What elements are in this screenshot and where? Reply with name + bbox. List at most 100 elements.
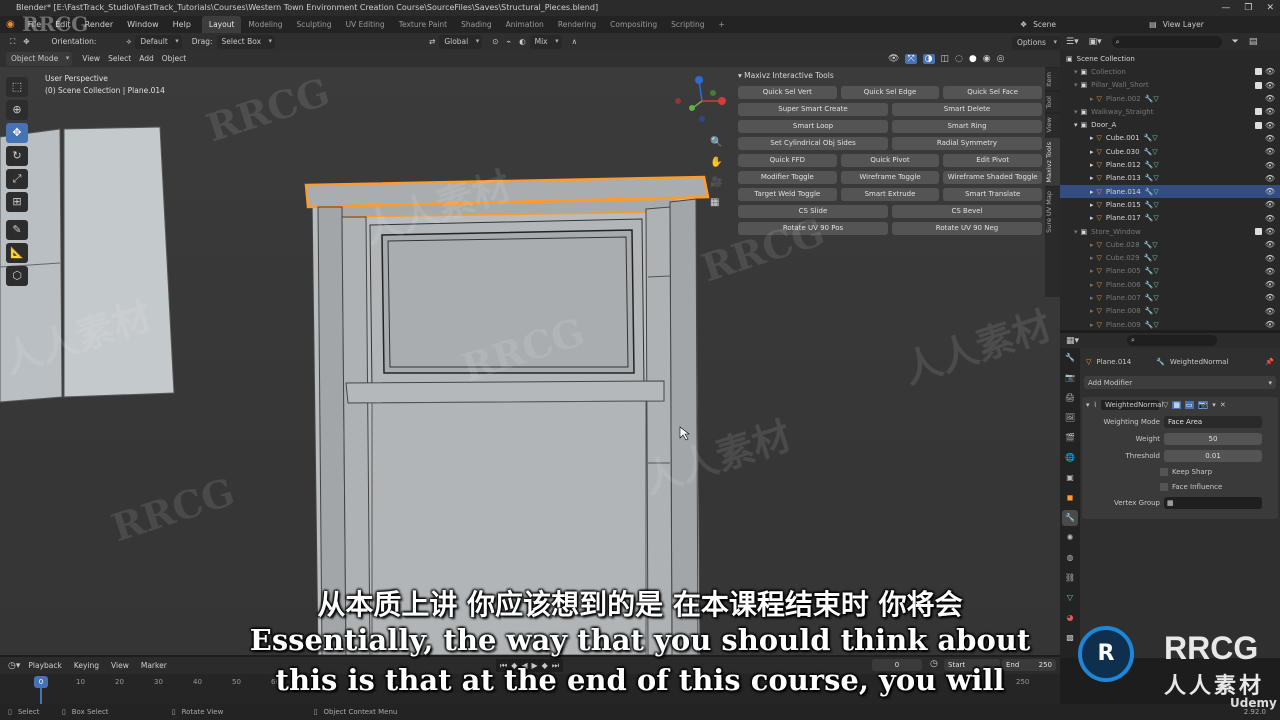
- tab-texture-paint[interactable]: Texture Paint: [392, 16, 454, 33]
- super-smart-create-button[interactable]: Super Smart Create: [738, 103, 888, 116]
- remove-modifier-icon[interactable]: ✕: [1220, 401, 1226, 409]
- world-props-icon[interactable]: 🌐: [1062, 450, 1078, 466]
- smart-extrude-button[interactable]: Smart Extrude: [840, 188, 940, 201]
- outliner-display-mode-icon[interactable]: ▣▾: [1089, 37, 1102, 47]
- outliner-item[interactable]: ▸ ▽ Plane.013 🔧▽ 👁: [1060, 172, 1280, 185]
- weight-field[interactable]: 50: [1164, 432, 1262, 445]
- collection-props-icon[interactable]: ▣: [1062, 470, 1078, 486]
- expand-chevron-icon[interactable]: ▾: [1074, 228, 1078, 236]
- outliner-filter-icon[interactable]: ⏷: [1232, 37, 1239, 47]
- cs-bevel-button[interactable]: CS Bevel: [892, 205, 1042, 218]
- pivot-icon[interactable]: ⊙: [488, 33, 502, 51]
- visibility-eye-icon[interactable]: 👁: [1265, 240, 1275, 249]
- orientation-dropdown[interactable]: Default: [135, 35, 182, 49]
- visibility-eye-icon[interactable]: 👁: [1265, 254, 1275, 263]
- blender-logo-icon[interactable]: ◉: [0, 19, 21, 30]
- visibility-eye-icon[interactable]: 👁: [1265, 81, 1275, 90]
- properties-editor-icon[interactable]: ▦▾: [1066, 336, 1079, 346]
- tab-compositing[interactable]: Compositing: [603, 16, 664, 33]
- options-dropdown[interactable]: Options: [1012, 36, 1060, 50]
- physics-props-icon[interactable]: ◍: [1062, 550, 1078, 566]
- viewport-menu-view[interactable]: View: [78, 50, 104, 68]
- outliner-item[interactable]: ▾ ▣ Pillar_Wall_Short 👁: [1060, 79, 1280, 92]
- viewport-menu-add[interactable]: Add: [135, 50, 158, 68]
- weighting-mode-dropdown[interactable]: Face Area: [1164, 415, 1262, 428]
- modifier-mesh-data-icon[interactable]: 🔧▽: [1145, 201, 1159, 209]
- scene-selector[interactable]: Scene: [1033, 20, 1143, 29]
- visibility-eye-icon[interactable]: 👁: [1265, 280, 1275, 289]
- vertex-group-field[interactable]: ▦: [1164, 496, 1262, 509]
- shading-solid-icon[interactable]: ●: [969, 54, 977, 64]
- properties-object-name[interactable]: Plane.014: [1096, 358, 1131, 366]
- mode-dropdown[interactable]: Object Mode: [6, 52, 73, 66]
- camera-view-icon[interactable]: 🎥: [710, 173, 722, 193]
- tab-sculpting[interactable]: Sculpting: [290, 16, 339, 33]
- view-layer-selector[interactable]: View Layer: [1163, 20, 1204, 29]
- modifier-mesh-data-icon[interactable]: 🔧▽: [1145, 294, 1159, 302]
- sidebar-tab-tool[interactable]: Tool: [1045, 90, 1060, 113]
- render-props-icon[interactable]: 📷: [1062, 370, 1078, 386]
- tab-scripting[interactable]: Scripting: [664, 16, 711, 33]
- new-collection-icon[interactable]: ▤: [1249, 37, 1258, 47]
- visibility-eye-icon[interactable]: 👁: [1265, 214, 1275, 223]
- sidebar-tab-item[interactable]: Item: [1045, 67, 1060, 91]
- exclude-checkbox[interactable]: [1255, 228, 1262, 235]
- wireframe-toggle-button[interactable]: Wireframe Toggle: [840, 171, 940, 184]
- particles-props-icon[interactable]: ✺: [1062, 530, 1078, 546]
- modifier-mesh-data-icon[interactable]: 🔧▽: [1145, 161, 1159, 169]
- expand-chevron-icon[interactable]: ▸: [1090, 281, 1094, 289]
- modifier-menu-icon[interactable]: ▾: [1212, 401, 1216, 409]
- expand-chevron-icon[interactable]: ▸: [1090, 214, 1094, 222]
- minimize-icon[interactable]: —: [1221, 0, 1230, 16]
- proportional-edit-icon[interactable]: ◐: [515, 33, 530, 51]
- outliner-item[interactable]: ▾ ▣ Collection 👁: [1060, 65, 1280, 78]
- outliner-item[interactable]: ▸ ▽ Plane.017 🔧▽ 👁: [1060, 212, 1280, 225]
- radial-symmetry-button[interactable]: Radial Symmetry: [892, 137, 1042, 150]
- expand-chevron-icon[interactable]: ▸: [1090, 161, 1094, 169]
- sidebar-tab-maxivz-tools[interactable]: Maxivz Tools: [1045, 136, 1060, 187]
- outliner-item[interactable]: ▸ ▽ Plane.007 🔧▽ 👁: [1060, 291, 1280, 304]
- object-props-icon[interactable]: ◼: [1062, 490, 1078, 506]
- ortho-toggle-icon[interactable]: ▦: [710, 193, 722, 213]
- outliner-scene-collection[interactable]: ▣ Scene Collection: [1060, 52, 1280, 65]
- viewport-menu-select[interactable]: Select: [104, 50, 135, 68]
- shading-wire-icon[interactable]: ◌: [955, 54, 963, 64]
- sidebar-tab-view[interactable]: View: [1045, 112, 1060, 137]
- pan-view-icon[interactable]: ✋: [710, 153, 722, 173]
- add-workspace-icon[interactable]: +: [712, 16, 732, 33]
- panel-title[interactable]: ▾ Maxivz Interactive Tools: [738, 71, 1045, 80]
- add-cube-tool-icon[interactable]: ⬡: [6, 266, 28, 286]
- view-layer-props-icon[interactable]: 🖼: [1062, 410, 1078, 426]
- render-toggle-icon[interactable]: 📷: [1197, 401, 1209, 409]
- expand-chevron-icon[interactable]: ▸: [1090, 307, 1094, 315]
- tab-layout[interactable]: Layout: [201, 16, 242, 33]
- visibility-eye-icon[interactable]: 👁: [1265, 307, 1275, 316]
- visibility-eye-icon[interactable]: 👁: [1265, 320, 1275, 329]
- properties-search-input[interactable]: ⌕: [1127, 335, 1218, 346]
- expand-chevron-icon[interactable]: ▸: [1090, 188, 1094, 196]
- visibility-eye-icon[interactable]: 👁: [1265, 174, 1275, 183]
- outliner-item[interactable]: ▸ ▽ Plane.006 🔧▽ 👁: [1060, 278, 1280, 291]
- modifier-mesh-data-icon[interactable]: 🔧▽: [1144, 241, 1158, 249]
- rotate-uv-neg-button[interactable]: Rotate UV 90 Neg: [892, 222, 1042, 235]
- scene-props-icon[interactable]: 🎬: [1062, 430, 1078, 446]
- visibility-eye-icon[interactable]: 👁: [1265, 121, 1275, 130]
- visibility-eye-icon[interactable]: 👁: [1265, 293, 1275, 302]
- menu-window[interactable]: Window: [120, 16, 166, 33]
- xray-icon[interactable]: ◫: [941, 54, 950, 64]
- expand-chevron-icon[interactable]: ▸: [1090, 95, 1094, 103]
- modifier-mesh-data-icon[interactable]: 🔧▽: [1145, 267, 1159, 275]
- collapse-chevron-icon[interactable]: ▾: [1086, 401, 1090, 409]
- face-influence-checkbox[interactable]: [1160, 482, 1168, 491]
- visibility-eye-icon[interactable]: 👁: [1265, 107, 1275, 116]
- visibility-eye-icon[interactable]: 👁: [1265, 227, 1275, 236]
- outliner-item[interactable]: ▸ ▽ Plane.015 🔧▽ 👁: [1060, 198, 1280, 211]
- properties-modifier-ref[interactable]: WeightedNormal: [1170, 358, 1228, 366]
- visibility-eye-icon[interactable]: 👁: [1265, 267, 1275, 276]
- outliner-item[interactable]: ▸ ▽ Plane.002 🔧▽ 👁: [1060, 92, 1280, 105]
- cage-toggle-icon[interactable]: ▦: [1172, 401, 1181, 409]
- outliner-item[interactable]: ▾ ▣ Walkway_Straight 👁: [1060, 105, 1280, 118]
- cursor-tool-icon[interactable]: ⊕: [6, 100, 28, 120]
- move-tool-icon[interactable]: ✥: [6, 123, 28, 143]
- outliner-item[interactable]: ▸ ▽ Cube.001 🔧▽ 👁: [1060, 132, 1280, 145]
